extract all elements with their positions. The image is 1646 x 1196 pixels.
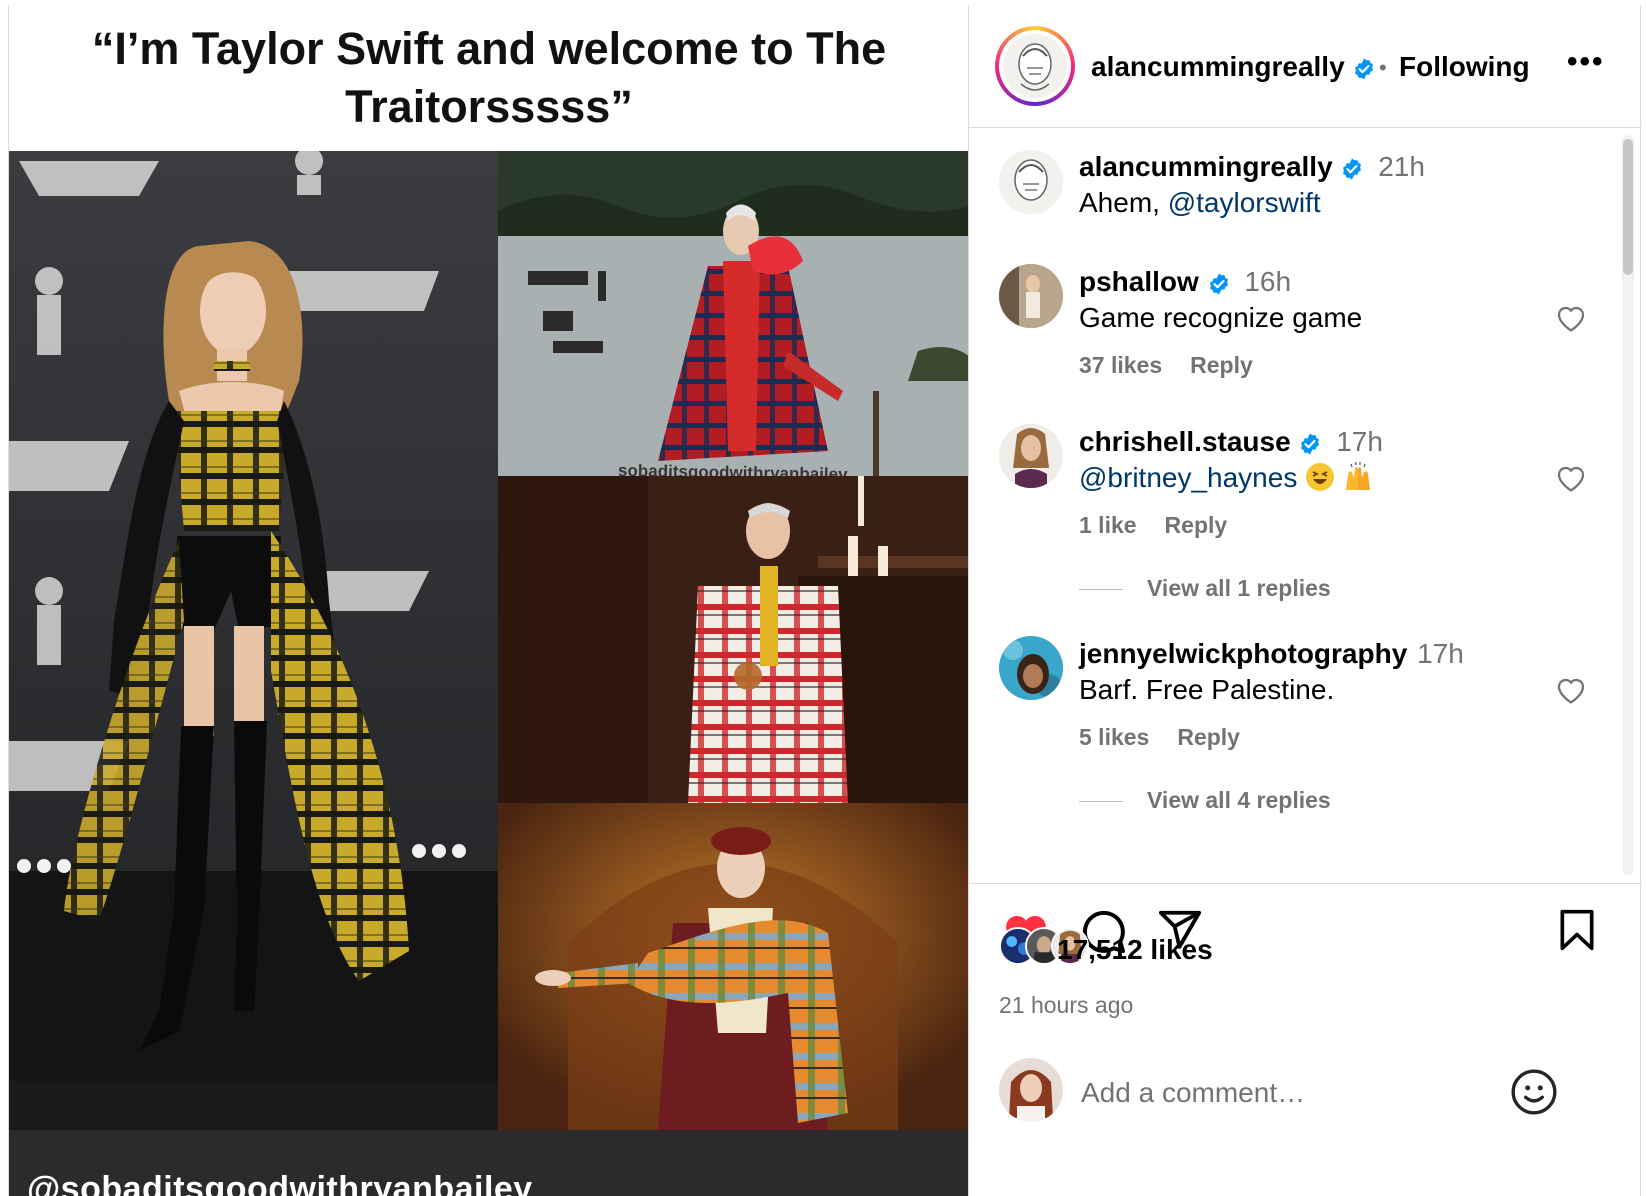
- comments-list[interactable]: alancummingreally 21h Ahem, @taylorswift: [969, 129, 1642, 882]
- photo-taylor-red-carpet: [9, 151, 498, 1130]
- heart-outline-icon[interactable]: [1554, 673, 1588, 705]
- comment-text: Game recognize game: [1079, 302, 1363, 333]
- verified-badge-icon: [1209, 273, 1228, 295]
- photo-plaid-jacket-drink: [498, 476, 968, 803]
- smiley-icon[interactable]: [1509, 1067, 1559, 1117]
- more-options-icon[interactable]: •••: [1567, 45, 1605, 79]
- post-media[interactable]: “I’m Taylor Swift and welcome to The Tra…: [8, 5, 968, 1196]
- comment-time: 17h: [1336, 426, 1383, 457]
- reply-button[interactable]: Reply: [1177, 724, 1240, 750]
- view-replies-button[interactable]: View all 4 replies: [1079, 787, 1331, 814]
- comment-like-count[interactable]: 1 like: [1079, 512, 1137, 538]
- meme-caption-area: “I’m Taylor Swift and welcome to The Tra…: [9, 5, 968, 151]
- laughing-face-emoji-icon: [1306, 463, 1335, 491]
- bookmark-icon[interactable]: [1555, 907, 1599, 953]
- avatar[interactable]: [999, 264, 1063, 328]
- scrollbar-thumb[interactable]: [1623, 139, 1633, 275]
- avatar[interactable]: [999, 150, 1063, 214]
- comment-header: jennyelwickphotography 17h: [1079, 638, 1464, 670]
- comment-like-count[interactable]: 37 likes: [1079, 352, 1162, 378]
- reply-button[interactable]: Reply: [1190, 352, 1253, 378]
- comment-time: 17h: [1417, 638, 1464, 669]
- mention-link[interactable]: @britney_haynes: [1079, 462, 1297, 493]
- photo-lake-red-plaid: sobaditsgoodwithryanbailey: [498, 151, 968, 476]
- heart-outline-icon[interactable]: [1554, 301, 1588, 333]
- post-header: alancummingreally • Following •••: [969, 5, 1642, 128]
- reply-button[interactable]: Reply: [1165, 512, 1228, 538]
- view-replies-button[interactable]: View all 1 replies: [1079, 575, 1331, 602]
- comment-text: Ahem, @taylorswift: [1079, 187, 1321, 218]
- comment-item: chrishell.stause 17h @britney_haynes 1 l…: [969, 409, 1589, 621]
- comments-scrollbar[interactable]: [1622, 135, 1634, 875]
- post-timestamp[interactable]: 21 hours ago: [999, 992, 1133, 1019]
- comment-time: 16h: [1244, 266, 1292, 297]
- divider: [1079, 801, 1123, 803]
- verified-badge-icon: [1343, 158, 1362, 180]
- divider: [1079, 589, 1123, 591]
- avatar: [1003, 34, 1067, 98]
- caption-comment: alancummingreally 21h Ahem, @taylorswift: [969, 129, 1589, 249]
- header-separator: •: [1379, 55, 1387, 80]
- comment-username[interactable]: chrishell.stause: [1079, 426, 1291, 457]
- photo-orange-tartan-scarf: [498, 803, 968, 1130]
- story-ring-avatar[interactable]: [995, 26, 1075, 106]
- add-comment-input[interactable]: [1081, 1071, 1501, 1115]
- avatar[interactable]: [999, 424, 1063, 488]
- comment-meta: 37 likes Reply: [1079, 352, 1253, 379]
- comment-header: chrishell.stause 17h: [1079, 426, 1383, 458]
- comment-like-count[interactable]: 5 likes: [1079, 724, 1149, 750]
- comment-text: Barf. Free Palestine.: [1079, 674, 1335, 705]
- header-username[interactable]: alancummingreally: [1091, 51, 1376, 83]
- comment-username[interactable]: jennyelwickphotography: [1079, 638, 1407, 669]
- comment-time: 21h: [1378, 151, 1425, 182]
- current-user-avatar: [999, 1058, 1063, 1122]
- like-count[interactable]: 17,512 likes: [1057, 934, 1213, 966]
- raising-hands-emoji-icon: [1345, 462, 1370, 490]
- following-button[interactable]: Following: [1399, 51, 1530, 83]
- mention-link[interactable]: @taylorswift: [1168, 187, 1321, 218]
- comment-text: @britney_haynes: [1079, 462, 1373, 494]
- meme-caption: “I’m Taylor Swift and welcome to The Tra…: [91, 23, 887, 132]
- comment-username[interactable]: alancummingreally: [1079, 151, 1333, 182]
- comment-header: pshallow 16h: [1079, 266, 1291, 298]
- comment-item: pshallow 16h Game recognize game 37 like…: [969, 249, 1589, 409]
- comment-meta: 5 likes Reply: [1079, 724, 1240, 751]
- heart-outline-icon[interactable]: [1554, 461, 1588, 493]
- avatar[interactable]: [999, 636, 1063, 700]
- verified-badge-icon: [1301, 433, 1320, 455]
- comment-meta: 1 like Reply: [1079, 512, 1227, 539]
- credit-text: @sobaditsgoodwithryanbailey: [27, 1170, 533, 1196]
- comment-username[interactable]: pshallow: [1079, 266, 1199, 297]
- comment-item: jennyelwickphotography 17h Barf. Free Pa…: [969, 621, 1589, 841]
- credit-bar: @sobaditsgoodwithryanbailey: [9, 1130, 968, 1196]
- post-side-panel: alancummingreally • Following ••• alancu…: [968, 5, 1642, 1196]
- verified-badge-icon: [1355, 58, 1374, 80]
- comment-header: alancummingreally 21h: [1079, 151, 1425, 183]
